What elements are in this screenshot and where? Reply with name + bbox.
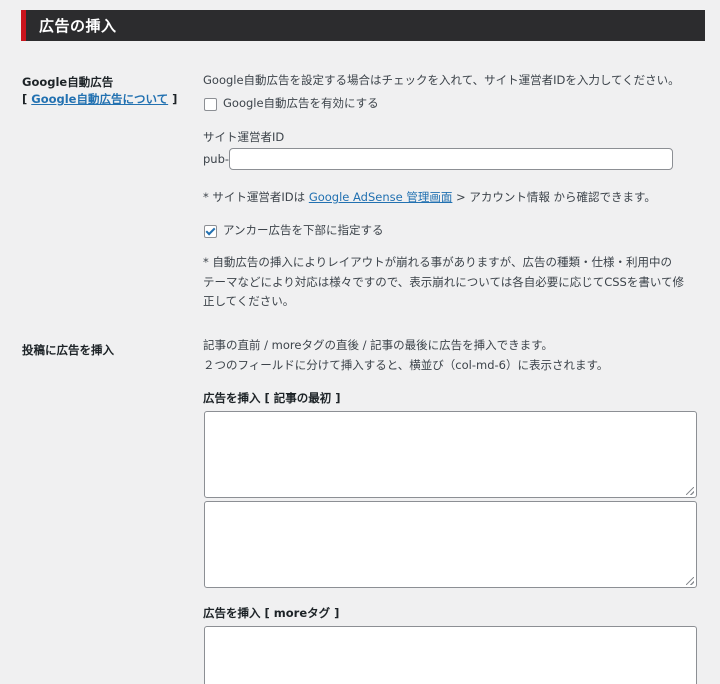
post-ads-label: 投稿に広告を挿入 <box>22 343 114 357</box>
anchor-ads-checkbox[interactable] <box>204 225 217 238</box>
auto-ads-label: Google自動広告 <box>22 75 114 89</box>
publisher-id-note: * サイト運営者IDは Google AdSense 管理画面 > アカウント情… <box>203 188 656 207</box>
adsense-link[interactable]: Google AdSense 管理画面 <box>309 190 453 204</box>
ad-top-textarea-1[interactable] <box>204 411 697 498</box>
publisher-id-note-prefix: * サイト運営者IDは <box>203 190 309 204</box>
enable-auto-ads-label[interactable]: Google自動広告を有効にする <box>223 94 379 113</box>
auto-ads-warning-2: テーマなどにより対応は様々ですので、表示崩れについては各自必要に応じてCSSを書… <box>203 275 685 289</box>
publisher-id-label: サイト運営者ID <box>203 130 285 144</box>
resize-grip-icon[interactable] <box>686 577 694 585</box>
auto-ads-help: [ Google自動広告について ] <box>22 91 177 107</box>
auto-ads-help-link[interactable]: Google自動広告について <box>31 92 168 106</box>
ad-top-label: 広告を挿入 [ 記事の最初 ] <box>203 391 341 405</box>
anchor-ads-label[interactable]: アンカー広告を下部に指定する <box>223 221 384 240</box>
ad-more-label: 広告を挿入 [ moreタグ ] <box>203 606 340 620</box>
ad-more-textarea-1[interactable] <box>204 626 697 684</box>
enable-auto-ads-checkbox[interactable] <box>204 98 217 111</box>
post-ads-description-1: 記事の直前 / moreタグの直後 / 記事の最後に広告を挿入できます。 <box>203 338 554 352</box>
section-header: 広告の挿入 <box>21 10 705 41</box>
publisher-id-input[interactable] <box>229 148 673 170</box>
publisher-id-note-suffix: > アカウント情報 から確認できます。 <box>452 190 656 204</box>
auto-ads-warning-1: * 自動広告の挿入によりレイアウトが崩れる事がありますが、広告の種類・仕様・利用… <box>203 255 672 269</box>
post-ads-description-2: ２つのフィールドに分けて挿入すると、横並び（col-md-6）に表示されます。 <box>203 358 609 372</box>
auto-ads-help-open: [ <box>22 92 32 106</box>
ad-top-textarea-2[interactable] <box>204 501 697 588</box>
publisher-id-prefix: pub- <box>203 152 230 166</box>
section-title: 広告の挿入 <box>39 17 117 35</box>
auto-ads-help-close: ] <box>168 92 178 106</box>
auto-ads-warning-3: 正してください。 <box>203 294 295 308</box>
resize-grip-icon[interactable] <box>686 487 694 495</box>
auto-ads-description: Google自動広告を設定する場合はチェックを入れて、サイト運営者IDを入力して… <box>203 73 680 87</box>
